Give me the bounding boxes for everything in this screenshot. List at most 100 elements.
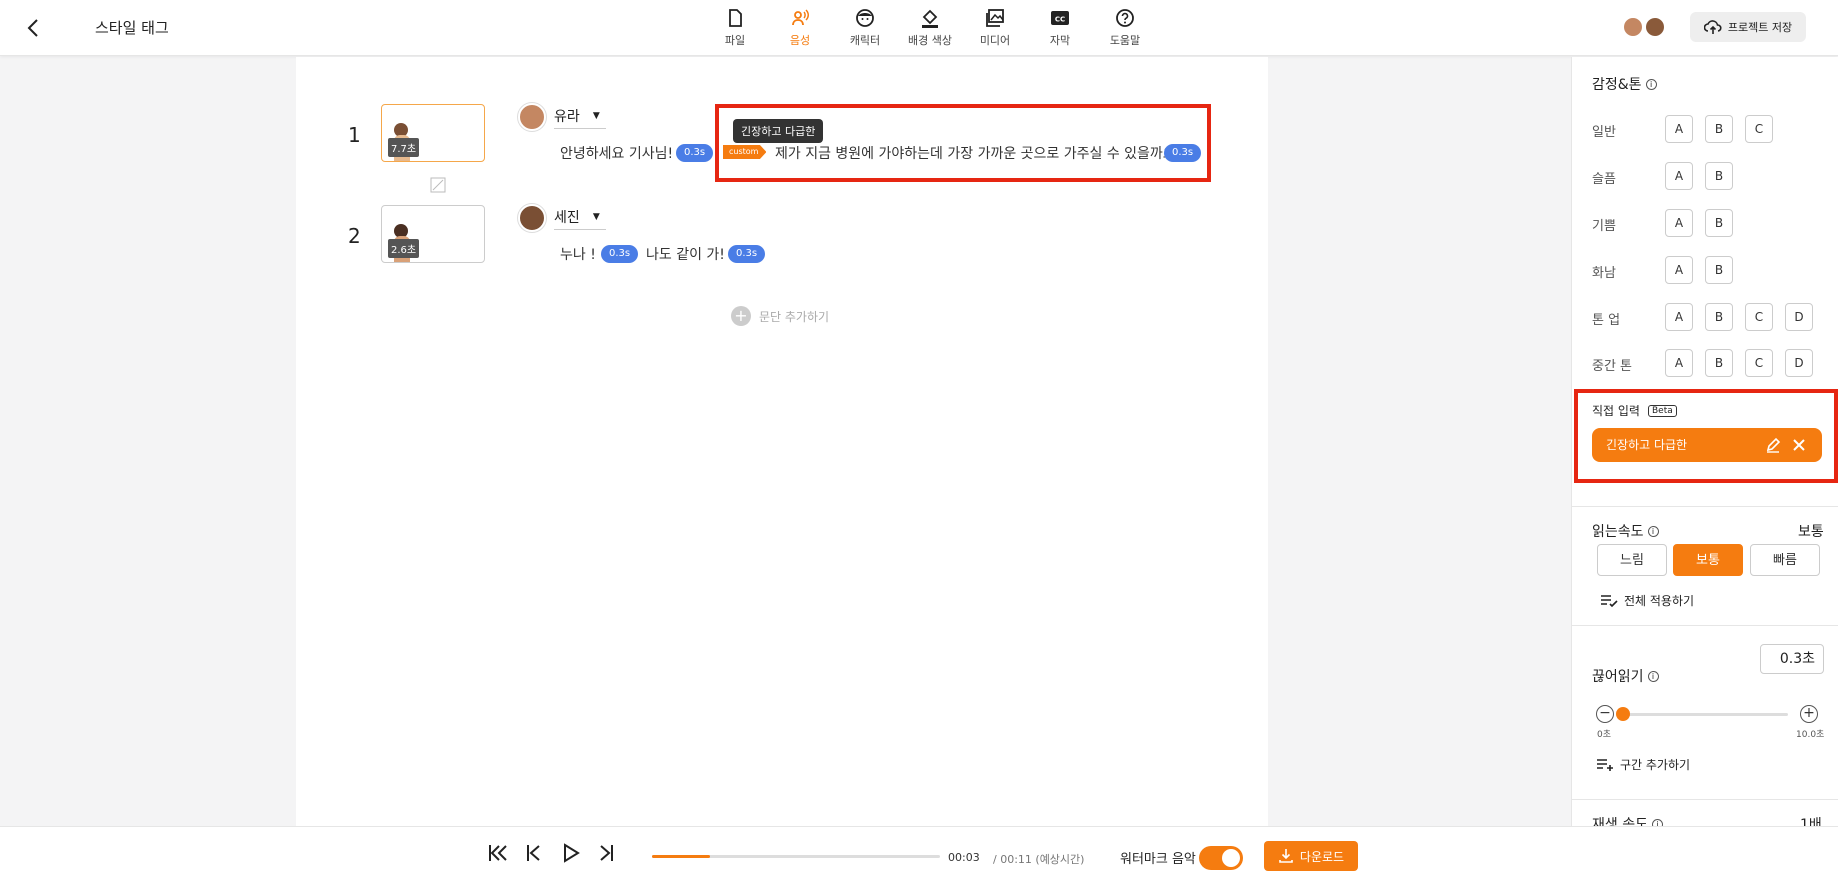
- emotion-option[interactable]: D: [1785, 303, 1813, 331]
- pause-pill[interactable]: 0.3s: [601, 245, 639, 263]
- nav-bg-color-label: 배경 색상: [908, 34, 952, 47]
- apply-all-button[interactable]: 전체 적용하기: [1600, 592, 1694, 609]
- emotion-option[interactable]: B: [1705, 209, 1733, 237]
- speaker-selector[interactable]: 유라 ▼: [518, 103, 606, 131]
- apply-all-label: 전체 적용하기: [1624, 594, 1695, 608]
- slider-min-label: 0초: [1597, 730, 1612, 740]
- watermark-music-label: 워터마크 음악: [1120, 852, 1196, 867]
- paint-bucket-icon: [922, 9, 938, 28]
- svg-text:CC: CC: [1055, 16, 1065, 24]
- emotion-option[interactable]: B: [1705, 349, 1733, 377]
- pause-slider-knob[interactable]: [1616, 707, 1631, 721]
- scene-thumbnail[interactable]: 7.7초: [381, 104, 485, 162]
- sentence[interactable]: 나도 같이 가!: [646, 244, 725, 264]
- pause-pill[interactable]: 0.3s: [676, 144, 714, 162]
- emotion-option[interactable]: C: [1745, 303, 1773, 331]
- emotion-title: 감정&톤 i: [1592, 74, 1657, 94]
- emotion-label: 슬픔: [1592, 172, 1616, 187]
- pause-pill[interactable]: 0.3s: [728, 245, 766, 263]
- help-icon: [1116, 9, 1134, 27]
- avatar: [1644, 16, 1666, 38]
- nav-help-label: 도움말: [1109, 34, 1141, 47]
- add-range-label: 구간 추가하기: [1620, 758, 1691, 772]
- nav-help[interactable]: 도움말: [1093, 8, 1157, 48]
- pause-slider-track[interactable]: [1618, 713, 1788, 716]
- row-number: 2: [348, 224, 361, 248]
- divider: [1572, 506, 1838, 507]
- slider-max-label: 10.0초: [1796, 730, 1825, 740]
- next-icon[interactable]: [594, 841, 618, 865]
- plus-icon[interactable]: +: [1800, 705, 1818, 723]
- direct-style-input[interactable]: 긴장하고 다급한: [1592, 428, 1822, 462]
- emotion-option[interactable]: B: [1705, 303, 1733, 331]
- info-icon[interactable]: i: [1647, 670, 1659, 682]
- emotion-option[interactable]: B: [1705, 115, 1733, 143]
- pause-pill[interactable]: 0.3s: [1164, 144, 1202, 162]
- nav-file[interactable]: 파일: [703, 8, 767, 48]
- sentence[interactable]: 누나 !: [560, 244, 596, 264]
- edit-icon[interactable]: [1765, 437, 1781, 453]
- skip-to-start-icon[interactable]: [486, 841, 510, 865]
- emotion-option[interactable]: A: [1665, 256, 1693, 284]
- play-icon[interactable]: [558, 841, 582, 865]
- top-bar: 스타일 태그 파일 음성 캐릭터 배경 색상 미디어 CC 자막 도움말 프로젝…: [0, 0, 1838, 56]
- nav-subtitle[interactable]: CC 자막: [1028, 8, 1092, 48]
- playback-value: 1배: [1800, 817, 1822, 826]
- emotion-label: 화남: [1592, 266, 1616, 281]
- add-list-icon: [1597, 758, 1613, 771]
- cc-icon: CC: [1051, 11, 1069, 25]
- transition-icon[interactable]: [430, 177, 446, 193]
- pause-input[interactable]: 0.3초: [1760, 644, 1824, 674]
- nav-character[interactable]: 캐릭터: [833, 8, 897, 48]
- add-paragraph-button[interactable]: + 문단 추가하기: [731, 306, 829, 326]
- playback-title-text: 재생 속도: [1592, 817, 1648, 826]
- speed-normal-button[interactable]: 보통: [1673, 544, 1743, 576]
- emotion-option[interactable]: A: [1665, 115, 1693, 143]
- scene-duration: 2.6초: [388, 239, 420, 258]
- emotion-option[interactable]: C: [1745, 115, 1773, 143]
- watermark-music-toggle[interactable]: [1199, 846, 1243, 870]
- divider: [1572, 625, 1838, 626]
- minus-icon[interactable]: −: [1596, 705, 1614, 723]
- voice-icon: [792, 9, 809, 26]
- info-icon[interactable]: i: [1651, 818, 1663, 826]
- direct-input-title: 직접 입력 Beta: [1592, 402, 1677, 419]
- emotion-option[interactable]: B: [1705, 162, 1733, 190]
- nav-voice[interactable]: 음성: [768, 8, 832, 48]
- info-icon[interactable]: i: [1647, 525, 1659, 537]
- sentence[interactable]: 제가 지금 병원에 가야하는데 가장 가까운 곳으로 가주실 수 있을까요?: [775, 143, 1183, 163]
- character-icon: [856, 9, 874, 27]
- nav-media[interactable]: 미디어: [963, 8, 1027, 48]
- property-panel: 감정&톤 i 일반 A B C 슬픔 A B 기쁨 A B 화남 A B 톤 업…: [1571, 57, 1838, 826]
- emotion-option[interactable]: A: [1665, 349, 1693, 377]
- save-project-button[interactable]: 프로젝트 저장: [1690, 12, 1806, 42]
- playback-progress-bar[interactable]: [652, 855, 940, 858]
- speed-fast-button[interactable]: 빠름: [1750, 544, 1820, 576]
- back-arrow-icon[interactable]: [22, 16, 46, 40]
- emotion-option[interactable]: C: [1745, 349, 1773, 377]
- speaker-selector[interactable]: 세진 ▼: [518, 204, 606, 232]
- download-button[interactable]: 다운로드: [1264, 841, 1358, 871]
- nav-bg-color[interactable]: 배경 색상: [898, 8, 962, 48]
- scene-thumbnail[interactable]: 2.6초: [381, 205, 485, 263]
- emotion-option[interactable]: A: [1665, 162, 1693, 190]
- avatar: [1622, 16, 1644, 38]
- emotion-option[interactable]: D: [1785, 349, 1813, 377]
- pause-title: 끊어읽기 i: [1592, 666, 1659, 686]
- add-range-button[interactable]: 구간 추가하기: [1596, 756, 1690, 773]
- sentence[interactable]: 안녕하세요 기사님!: [560, 143, 673, 163]
- cloud-upload-icon: [1703, 20, 1722, 34]
- close-icon[interactable]: [1791, 437, 1807, 453]
- pause-title-text: 끊어읽기: [1592, 669, 1644, 685]
- speed-slow-button[interactable]: 느림: [1597, 544, 1667, 576]
- info-icon[interactable]: i: [1645, 78, 1657, 90]
- previous-icon[interactable]: [522, 841, 546, 865]
- speaker-avatar: [518, 204, 546, 232]
- save-project-label: 프로젝트 저장: [1727, 21, 1793, 34]
- current-time: 00:03: [948, 851, 980, 864]
- custom-style-tag[interactable]: custom: [723, 145, 767, 159]
- emotion-option[interactable]: A: [1665, 303, 1693, 331]
- emotion-option[interactable]: B: [1705, 256, 1733, 284]
- emotion-option[interactable]: A: [1665, 209, 1693, 237]
- nav-file-label: 파일: [724, 34, 746, 47]
